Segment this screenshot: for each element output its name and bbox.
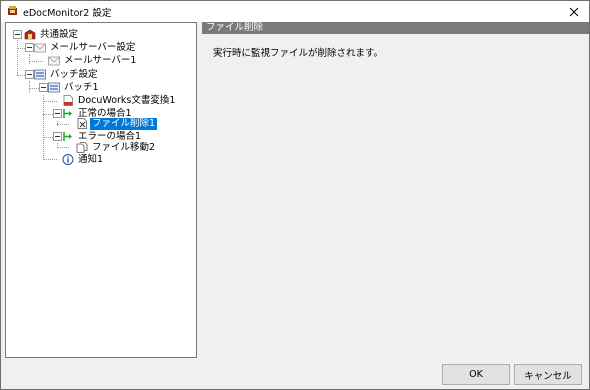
green-arrow-icon [62, 108, 74, 119]
settings-window: eDocMonitor2 設定 共通設定 メールサーバー設定 メールサーバー1 … [0, 0, 590, 390]
batch-icon [48, 82, 60, 93]
window-title: eDocMonitor2 設定 [23, 8, 112, 19]
tree-item-label: バッチ設定 [50, 68, 98, 80]
tree-item-batch-settings[interactable]: バッチ設定 [34, 68, 100, 81]
tree-item-label: DocuWorks文書変換1 [78, 94, 176, 106]
tree-item-label: ファイル削除1 [90, 117, 158, 130]
document-convert-icon [62, 95, 74, 106]
tree-item-label: ファイル移動2 [92, 141, 156, 153]
settings-tree[interactable]: 共通設定 メールサーバー設定 メールサーバー1 バッチ設定 バッチ1 DocuW… [5, 22, 197, 358]
common-settings-icon [24, 29, 36, 40]
close-icon [569, 7, 579, 16]
close-button[interactable] [559, 1, 589, 22]
tree-item-label: 共通設定 [40, 28, 79, 40]
collapse-toggle[interactable] [25, 70, 34, 79]
tree-item-label: 通知1 [78, 153, 104, 165]
collapse-toggle[interactable] [53, 132, 62, 141]
ok-button[interactable]: OK [442, 364, 510, 385]
file-delete-icon [76, 118, 88, 129]
detail-description: 実行時に監視ファイルが削除されます。 [213, 48, 384, 59]
green-arrow-icon [62, 131, 74, 142]
tree-item-mail-server-settings[interactable]: メールサーバー設定 [34, 41, 137, 54]
tree-item-file-delete-1[interactable]: ファイル削除1 [76, 117, 158, 130]
collapse-toggle[interactable] [53, 109, 62, 118]
tree-item-label: メールサーバー1 [64, 54, 137, 66]
tree-item-label: バッチ1 [64, 81, 99, 93]
collapse-toggle[interactable] [25, 43, 34, 52]
tree-item-notification-1[interactable]: 通知1 [62, 153, 105, 166]
notification-icon [62, 154, 74, 165]
tree-item-mail-server-1[interactable]: メールサーバー1 [48, 54, 138, 67]
tree-item-docuworks-convert-1[interactable]: DocuWorks文書変換1 [62, 94, 177, 107]
tree-item-common-settings[interactable]: 共通設定 [24, 28, 80, 41]
mail-icon [48, 55, 60, 66]
tree-item-label: メールサーバー設定 [50, 41, 136, 53]
batch-icon [34, 69, 46, 80]
file-move-icon [76, 142, 88, 153]
detail-header: ファイル削除 [202, 22, 589, 34]
cancel-button[interactable]: キャンセル [514, 364, 582, 385]
collapse-toggle[interactable] [13, 30, 22, 39]
tree-item-batch-1[interactable]: バッチ1 [48, 81, 101, 94]
app-icon [8, 6, 18, 16]
mail-icon [34, 42, 46, 53]
collapse-toggle[interactable] [39, 83, 48, 92]
title-bar: eDocMonitor2 設定 [1, 1, 589, 22]
